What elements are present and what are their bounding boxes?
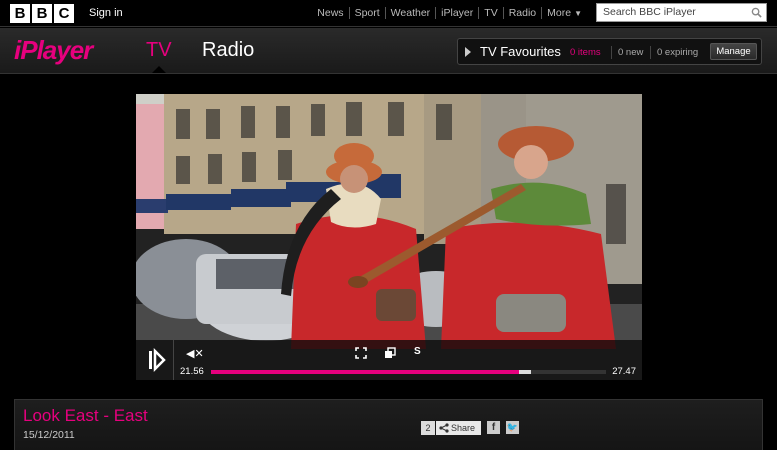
- nav-radio[interactable]: Radio: [502, 7, 541, 19]
- iplayer-play-icon: [149, 347, 166, 373]
- twitter-icon[interactable]: 🐦: [506, 421, 519, 434]
- subtitles-button[interactable]: S: [414, 346, 421, 357]
- bbc-logo[interactable]: B B C: [10, 4, 74, 23]
- video-player[interactable]: ◀✕ S 21.56 27.47: [136, 94, 642, 380]
- current-time: 21.56: [180, 366, 204, 377]
- share-count: 2: [421, 421, 435, 435]
- search-input[interactable]: Search BBC iPlayer: [596, 3, 767, 22]
- iplayer-logo[interactable]: iPlayer: [14, 35, 93, 66]
- player-controls: ◀✕ S 21.56 27.47: [136, 340, 642, 380]
- bbc-logo-letter: C: [54, 4, 74, 23]
- play-pause-button[interactable]: [136, 340, 174, 380]
- nav-news[interactable]: News: [312, 7, 348, 19]
- nav-more[interactable]: More ▼: [541, 7, 587, 19]
- programme-date: 15/12/2011: [23, 429, 75, 441]
- tab-tv[interactable]: TV: [146, 39, 172, 62]
- nav-tv[interactable]: TV: [478, 7, 502, 19]
- programme-title: Look East - East: [23, 406, 148, 425]
- top-nav: News Sport Weather iPlayer TV Radio More…: [312, 7, 587, 19]
- triangle-right-icon[interactable]: [465, 47, 471, 57]
- mute-icon[interactable]: ◀✕: [186, 347, 204, 360]
- fullscreen-icon[interactable]: [355, 347, 367, 359]
- tv-favourites-panel: TV Favourites 0 items 0 new 0 expiring M…: [457, 38, 762, 65]
- progress-bar[interactable]: [211, 370, 606, 374]
- bbc-top-bar: B B C Sign in News Sport Weather iPlayer…: [0, 0, 777, 27]
- popout-icon[interactable]: [384, 347, 396, 359]
- divider: [650, 46, 651, 59]
- nav-weather[interactable]: Weather: [384, 7, 436, 19]
- favourites-items-count: 0 items: [570, 47, 601, 58]
- search-placeholder: Search BBC iPlayer: [603, 6, 696, 18]
- share-button[interactable]: Share: [436, 421, 481, 435]
- facebook-icon[interactable]: f: [487, 421, 500, 434]
- programme-info: Look East - East 15/12/2011 2 Share f 🐦: [14, 399, 763, 450]
- chevron-down-icon: ▼: [574, 9, 582, 18]
- nav-sport[interactable]: Sport: [348, 7, 385, 19]
- bbc-logo-letter: B: [32, 4, 52, 23]
- bbc-logo-letter: B: [10, 4, 30, 23]
- favourites-expiring-count: 0 expiring: [657, 47, 699, 58]
- favourites-new-count: 0 new: [618, 47, 644, 58]
- search-icon[interactable]: [751, 7, 762, 18]
- iplayer-header: iPlayer TV Radio TV Favourites 0 items 0…: [0, 28, 777, 74]
- share-label: Share: [451, 423, 476, 433]
- active-tab-indicator: [152, 66, 166, 73]
- nav-more-label: More: [547, 7, 572, 19]
- progress-buffer: [519, 370, 531, 374]
- favourites-title[interactable]: TV Favourites: [480, 44, 561, 59]
- share-icon: [439, 423, 449, 433]
- divider: [611, 46, 612, 59]
- tab-radio[interactable]: Radio: [202, 39, 254, 62]
- progress-fill: [211, 370, 519, 374]
- total-time: 27.47: [612, 366, 636, 377]
- video-frame: [136, 94, 642, 380]
- nav-iplayer[interactable]: iPlayer: [435, 7, 478, 19]
- sign-in-link[interactable]: Sign in: [89, 7, 123, 19]
- manage-button[interactable]: Manage: [710, 43, 757, 60]
